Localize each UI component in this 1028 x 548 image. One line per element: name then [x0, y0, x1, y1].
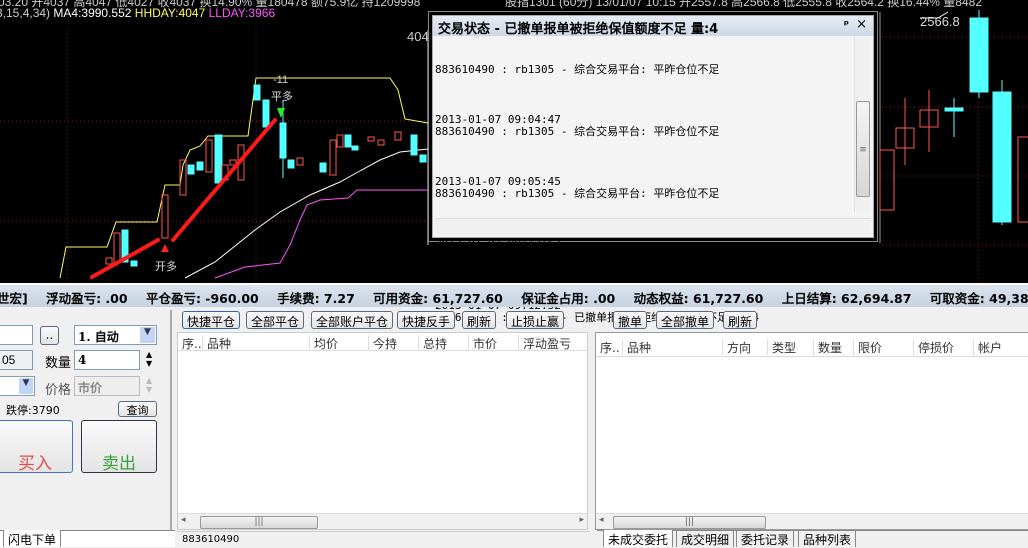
query-button[interactable]: 查询: [118, 401, 157, 417]
chevron-down-icon[interactable]: ▼: [19, 378, 33, 394]
account-summary-bar: 世宏] 浮动盈亏: .00 平仓盈亏: -960.00 手续费: 7.27 可用…: [0, 283, 1028, 307]
scroll-left-icon[interactable]: ◂: [599, 515, 604, 525]
llday-line: [214, 189, 428, 279]
withdrawable-funds: 可取资金: 49,382.00: [929, 291, 1028, 306]
mode-select[interactable]: 1. 自动 ▼: [74, 325, 157, 345]
col-type[interactable]: 类型: [767, 339, 796, 355]
log-text: 883610490 : rb1305 - 综合交易平台: 平昨仓位不足: [435, 63, 720, 76]
limit-down-price: 跌停:3790: [6, 404, 60, 417]
trade-trend-lines: [90, 118, 277, 279]
contract-picker-button[interactable]: ..: [40, 326, 59, 345]
close-pl: 平仓盈亏: -960.00: [145, 291, 259, 306]
contract-code-field[interactable]: 05: [0, 350, 33, 370]
chevron-down-icon[interactable]: ▼: [140, 327, 155, 343]
signal-value: -11: [273, 74, 289, 86]
price-axis-label: 404: [407, 29, 429, 44]
qty-stepper[interactable]: ▲ ▼: [146, 350, 152, 368]
stop-loss-profit-button[interactable]: 止损止赢: [506, 311, 565, 329]
dialog-title-bar[interactable]: 交易状态 - 已撤单报单被拒绝保值额度不足 量:4 ᵖ ×: [433, 16, 873, 37]
qty-label: 数量: [45, 356, 72, 371]
open-long-signal: 开多: [155, 261, 177, 273]
close-all-accounts-button[interactable]: 全部账户平仓: [311, 311, 394, 329]
col-stop-price[interactable]: 停损价: [913, 339, 954, 355]
direction-select[interactable]: ▼: [0, 376, 35, 396]
high-price-label: 2566.8: [920, 14, 960, 29]
flash-order-panel: .. 1. 自动 ▼ 05 数量 4 ▲ ▼ ▼ 价格 市价 ▲ ▼ 跌停:3790 …: [0, 310, 172, 530]
price-label: 价格: [45, 383, 72, 398]
col-market-price[interactable]: 市价: [468, 335, 497, 351]
tab-symbol-list[interactable]: 品种列表: [798, 530, 857, 547]
col-symbol[interactable]: 品种: [622, 339, 651, 355]
cancel-all-button[interactable]: 全部撤单: [656, 311, 715, 329]
quick-close-button[interactable]: 快捷平仓: [182, 311, 241, 329]
orders-panel: 撤单 全部撤单 刷新 序.. 品种 方向 类型 数量 限价 停损价 帐户 ◂ |…: [593, 307, 1028, 530]
close-long-arrow-icon: [277, 108, 285, 118]
orders-horizontal-scrollbar[interactable]: ◂ |||: [596, 513, 1028, 529]
cancel-order-button[interactable]: 撤单: [613, 311, 648, 329]
prev-settlement: 上日结算: 62,694.87: [781, 291, 912, 306]
log-entry: 2013-01-07 09:04:47 883610490 : rb1305 - …: [435, 114, 855, 138]
col-index[interactable]: 序..: [596, 339, 620, 355]
buy-button[interactable]: 买入: [0, 420, 73, 474]
dynamic-equity: 动态权益: 61,727.60: [633, 291, 764, 306]
orders-table[interactable]: 序.. 品种 方向 类型 数量 限价 停损价 帐户 ◂ |||: [595, 332, 1028, 530]
log-entry: 2013-01-07 09:12:52883610490 : rb1305 - …: [435, 238, 855, 262]
orders-table-header: 序.. 品种 方向 类型 数量 限价 停损价 帐户: [596, 337, 1028, 357]
trade-log: 883610490 : rb1305 - 综合交易平台: 平昨仓位不足 2013…: [435, 38, 855, 324]
close-all-button[interactable]: 全部平仓: [246, 311, 305, 329]
trade-status-dialog[interactable]: 交易状态 - 已撤单报单被拒绝保值额度不足 量:4 ᵖ × ≡ 88361049…: [428, 11, 878, 324]
close-long-signal: 平多: [271, 91, 293, 103]
price-stepper[interactable]: ▲ ▼: [146, 376, 152, 394]
sell-button[interactable]: 卖出: [81, 420, 157, 474]
open-long-arrow-icon: [161, 244, 169, 252]
tab-order-history[interactable]: 委托记录: [736, 530, 795, 547]
col-direction[interactable]: 方向: [722, 339, 751, 355]
scroll-thumb[interactable]: |||: [613, 516, 766, 529]
available-funds: 可用资金: 61,727.60: [373, 291, 503, 306]
col-total-hold[interactable]: 总持: [418, 335, 447, 351]
float-pl: 浮动盈亏: .00: [46, 291, 128, 306]
dialog-title: 交易状态 - 已撤单报单被拒绝保值额度不足 量:4: [438, 22, 719, 37]
scroll-right-icon[interactable]: ▸: [579, 515, 584, 525]
log-vertical-scrollbar[interactable]: ≡: [854, 37, 871, 212]
positions-table[interactable]: 序.. 品种 均价 今持 总持 市价 浮动盈亏 ◂ ||| ▸: [177, 332, 588, 530]
contract-input[interactable]: [0, 325, 33, 345]
log-entry: 2013-01-07 09:05:45 883610490 : rb1305 - …: [435, 176, 855, 200]
tab-trade-details[interactable]: 成交明细: [676, 530, 735, 547]
mode-select-value: 1. 自动: [78, 330, 119, 344]
price-input[interactable]: 市价: [74, 376, 140, 396]
log-entry: 883610490 : rb1305 - 综合交易平台: 平昨仓位不足: [435, 64, 855, 76]
scroll-thumb[interactable]: |||: [200, 516, 318, 529]
scroll-thumb[interactable]: ≡: [856, 101, 870, 197]
col-limit-price[interactable]: 限价: [853, 339, 882, 355]
pin-icon[interactable]: ᵖ: [844, 18, 849, 31]
log-text: 883610490 : rb1305 - 综合交易平台: 平昨仓位不足: [435, 125, 720, 138]
positions-horizontal-scrollbar[interactable]: ◂ ||| ▸: [178, 513, 587, 529]
col-float-pl[interactable]: 浮动盈亏: [518, 335, 571, 351]
log-text: 883610490 : rb1305 - 已报单 4 价格:4043 开 买: [435, 249, 718, 262]
quick-reverse-button[interactable]: 快捷反手: [397, 311, 456, 329]
positions-panel: 快捷平仓 全部平仓 全部账户平仓 快捷反手 刷新 止损止赢 序.. 品种 均价 …: [175, 307, 590, 530]
margin-used: 保证金占用: .00: [521, 291, 616, 306]
col-today-hold[interactable]: 今持: [368, 335, 397, 351]
col-index[interactable]: 序..: [178, 335, 202, 351]
tab-flash-order[interactable]: 闪电下单: [3, 530, 62, 547]
col-account[interactable]: 帐户: [973, 339, 1002, 355]
fee: 手续费: 7.27: [277, 291, 355, 306]
positions-account-label: 883610490: [177, 531, 590, 547]
refresh-orders-button[interactable]: 刷新: [723, 311, 758, 329]
tab-pending-orders[interactable]: 未成交委托: [603, 530, 674, 547]
qty-input[interactable]: 4: [74, 350, 140, 370]
positions-table-header: 序.. 品种 均价 今持 总持 市价 浮动盈亏: [178, 333, 587, 351]
account-name: 世宏]: [0, 291, 28, 306]
close-icon[interactable]: ×: [856, 17, 867, 32]
scroll-left-icon[interactable]: ◂: [181, 515, 186, 525]
col-qty[interactable]: 数量: [813, 339, 842, 355]
col-symbol[interactable]: 品种: [202, 335, 231, 351]
refresh-button[interactable]: 刷新: [462, 311, 497, 329]
log-text: 883610490 : rb1305 - 综合交易平台: 平昨仓位不足: [435, 187, 720, 200]
col-avg-price[interactable]: 均价: [309, 335, 338, 351]
